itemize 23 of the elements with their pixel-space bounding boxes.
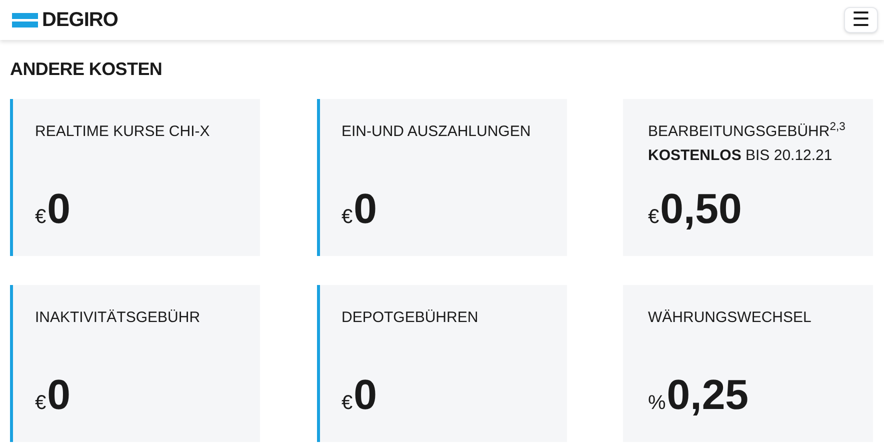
card-title: DEPOTGEBÜHREN — [342, 308, 480, 328]
currency-symbol: € — [342, 205, 353, 230]
currency-symbol: € — [648, 205, 660, 230]
cost-amount: 0 — [47, 374, 70, 416]
card-note: KOSTENLOS BIS 20.12.21 — [648, 146, 834, 166]
card-title: EIN-UND AUSZAHLUNGEN — [342, 122, 532, 142]
card-title: INAKTIVITÄTSGEBÜHR — [35, 308, 202, 328]
logo-text: DEGIRO — [42, 10, 118, 30]
logo-icon — [12, 12, 38, 28]
cost-amount: 0,25 — [666, 374, 749, 416]
card-title: BEARBEITUNGSGEBÜHR$^{2,3}$ — [648, 121, 846, 142]
card-title: REALTIME KURSE CHI-X — [35, 122, 211, 142]
section-title: ANDERE KOSTEN — [9, 58, 164, 81]
currency-symbol: € — [342, 391, 353, 416]
cost-amount: 0 — [47, 188, 70, 230]
currency-symbol: € — [35, 391, 46, 416]
currency-symbol: % — [648, 391, 666, 416]
card-title: WÄHRUNGSWECHSEL — [648, 308, 812, 328]
menu-button[interactable]: ☰ — [844, 7, 878, 33]
cost-amount: 0 — [354, 188, 377, 230]
cost-amount: 0 — [354, 374, 377, 416]
currency-symbol: € — [35, 205, 46, 230]
cost-amount: 0,50 — [660, 188, 742, 230]
